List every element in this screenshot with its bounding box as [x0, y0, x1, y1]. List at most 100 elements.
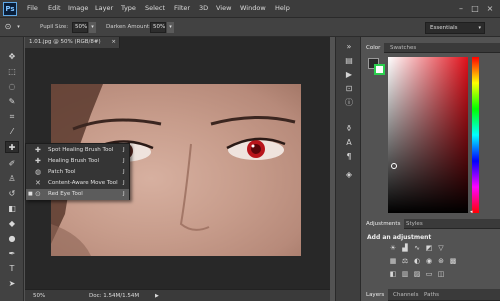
- levels-icon[interactable]: ▟: [400, 243, 410, 253]
- menu-select[interactable]: Select: [145, 4, 165, 12]
- selective-color-icon[interactable]: ◫: [436, 269, 446, 279]
- flyout-item-content-aware-move[interactable]: ✕ Content-Aware Move Tool J: [26, 178, 129, 189]
- healing-tool-icon[interactable]: ✚: [5, 141, 19, 153]
- pupil-size-label: Pupil Size:: [40, 24, 69, 30]
- paint-bucket-tool-icon[interactable]: ◆: [5, 218, 19, 230]
- crop-tool-icon[interactable]: ⌗: [5, 111, 19, 123]
- flyout-item-shortcut: J: [123, 158, 125, 164]
- menu-edit[interactable]: Edit: [48, 4, 61, 12]
- pen-tool-icon[interactable]: ✒: [5, 248, 19, 260]
- menu-file[interactable]: File: [27, 4, 38, 12]
- tab-swatches[interactable]: Swatches: [386, 43, 420, 53]
- history-icon[interactable]: ▤: [342, 55, 356, 67]
- status-menu-arrow-icon[interactable]: ▶: [155, 293, 159, 299]
- tab-styles[interactable]: Styles: [402, 219, 427, 229]
- pupil-size-field[interactable]: 50%: [72, 22, 88, 33]
- eyedropper-tool-icon[interactable]: ⁄: [5, 126, 19, 138]
- invert-icon[interactable]: ◧: [388, 269, 398, 279]
- menu-type[interactable]: Type: [121, 4, 136, 12]
- menu-window[interactable]: Window: [240, 4, 266, 12]
- healing-tools-flyout: ✚ Spot Healing Brush Tool J ✚ Healing Br…: [25, 143, 130, 200]
- gradient-map-icon[interactable]: ▭: [424, 269, 434, 279]
- hue-slider[interactable]: [472, 57, 479, 213]
- menu-filter[interactable]: Filter: [174, 4, 190, 12]
- pupil-size-chevron-icon[interactable]: ▾: [89, 22, 96, 33]
- close-icon[interactable]: ×: [484, 3, 496, 14]
- workspace-label: Essentials: [430, 25, 458, 31]
- status-bar: 50% Doc: 1.54M/1.54M ▶: [25, 289, 330, 301]
- photoshop-logo: Ps: [3, 2, 17, 16]
- options-bar: ⊙ ▾ Pupil Size: 50% ▾ Darken Amount: 50%…: [0, 18, 500, 37]
- selected-bullet-icon: ■: [28, 191, 33, 197]
- exposure-icon[interactable]: ◩: [424, 243, 434, 253]
- zoom-level[interactable]: 50%: [33, 293, 45, 299]
- darken-amount-chevron-icon[interactable]: ▾: [167, 22, 174, 33]
- maximize-icon[interactable]: □: [469, 3, 481, 14]
- menu-view[interactable]: View: [216, 4, 231, 12]
- color-picker-field[interactable]: [388, 57, 468, 213]
- brush-presets-icon[interactable]: ⚱: [342, 123, 356, 135]
- marquee-tool-icon[interactable]: ⬚: [5, 66, 19, 78]
- threshold-icon[interactable]: ▨: [412, 269, 422, 279]
- history-brush-tool-icon[interactable]: ↺: [5, 188, 19, 200]
- hue-saturation-icon[interactable]: ▦: [388, 256, 398, 266]
- document-tab-title: 1.01.jpg @ 50% (RGB/8#): [29, 39, 101, 45]
- tool-preset-chevron-icon[interactable]: ▾: [15, 22, 22, 33]
- spot-healing-brush-icon: ✚: [35, 146, 41, 154]
- paragraph-icon[interactable]: ¶: [342, 151, 356, 163]
- right-panel-dock: Color Swatches ◂ Adjustments Styles Add …: [362, 37, 500, 301]
- tab-paths[interactable]: Paths: [420, 289, 443, 301]
- photo-filter-icon[interactable]: ◉: [424, 256, 434, 266]
- color-picker-cursor[interactable]: [391, 163, 397, 169]
- flyout-item-spot-healing-brush[interactable]: ✚ Spot Healing Brush Tool J: [26, 145, 129, 156]
- darken-amount-field[interactable]: 50%: [150, 22, 166, 33]
- vibrance-icon[interactable]: ▽: [436, 243, 446, 253]
- tab-adjustments[interactable]: Adjustments: [362, 219, 405, 229]
- lasso-tool-icon[interactable]: ◌: [5, 81, 19, 93]
- info-icon[interactable]: ⓘ: [342, 97, 356, 109]
- dodge-tool-icon[interactable]: ●: [5, 233, 19, 245]
- collapse-panels-icon[interactable]: »: [342, 41, 356, 53]
- type-tool-icon[interactable]: T: [5, 263, 19, 275]
- quick-select-tool-icon[interactable]: ✎: [5, 96, 19, 108]
- healing-brush-icon: ✚: [35, 157, 41, 165]
- hue-slider-marker-icon[interactable]: ◂: [470, 209, 473, 215]
- 3d-panel-icon[interactable]: ◈: [342, 169, 356, 181]
- menu-layer[interactable]: Layer: [95, 4, 113, 12]
- black-white-icon[interactable]: ◐: [412, 256, 422, 266]
- workspace-switcher[interactable]: Essentials ▾: [425, 22, 485, 34]
- color-lookup-icon[interactable]: ▩: [448, 256, 458, 266]
- properties-icon[interactable]: ⊡: [342, 83, 356, 95]
- document-tab[interactable]: 1.01.jpg @ 50% (RGB/8#) ×: [25, 37, 120, 48]
- tab-color[interactable]: Color: [362, 43, 385, 53]
- move-tool-icon[interactable]: ✥: [5, 51, 19, 63]
- menu-help[interactable]: Help: [275, 4, 290, 12]
- channel-mixer-icon[interactable]: ⊛: [436, 256, 446, 266]
- curves-icon[interactable]: ∿: [412, 243, 422, 253]
- minimize-icon[interactable]: –: [455, 3, 467, 14]
- color-balance-icon[interactable]: ⚖: [400, 256, 410, 266]
- flyout-item-patch[interactable]: ◍ Patch Tool J: [26, 167, 129, 178]
- flyout-item-label: Red Eye Tool: [48, 191, 83, 197]
- clone-stamp-tool-icon[interactable]: ♙: [5, 173, 19, 185]
- document-size: Doc: 1.54M/1.54M: [89, 293, 140, 299]
- menu-3d[interactable]: 3D: [199, 4, 208, 12]
- layers-panel-tabs: Layers Channels Paths: [362, 289, 500, 301]
- menu-image[interactable]: Image: [68, 4, 88, 12]
- brush-tool-icon[interactable]: ✐: [5, 158, 19, 170]
- tab-layers[interactable]: Layers: [362, 289, 389, 301]
- eraser-tool-icon[interactable]: ◧: [5, 203, 19, 215]
- flyout-item-red-eye[interactable]: ■ ⊙ Red Eye Tool J: [26, 189, 129, 200]
- character-icon[interactable]: A: [342, 137, 356, 149]
- tab-channels[interactable]: Channels: [389, 289, 422, 301]
- posterize-icon[interactable]: ▥: [400, 269, 410, 279]
- flyout-item-label: Healing Brush Tool: [48, 158, 99, 164]
- menu-bar: Ps File Edit Image Layer Type Select Fil…: [0, 0, 500, 18]
- flyout-item-healing-brush[interactable]: ✚ Healing Brush Tool J: [26, 156, 129, 167]
- path-selection-tool-icon[interactable]: ➤: [5, 278, 19, 290]
- brightness-contrast-icon[interactable]: ☀: [388, 243, 398, 253]
- actions-icon[interactable]: ▶: [342, 69, 356, 81]
- background-color-swatch[interactable]: [374, 64, 385, 75]
- close-icon[interactable]: ×: [111, 37, 116, 48]
- red-eye-tool-preset-icon[interactable]: ⊙: [2, 21, 14, 33]
